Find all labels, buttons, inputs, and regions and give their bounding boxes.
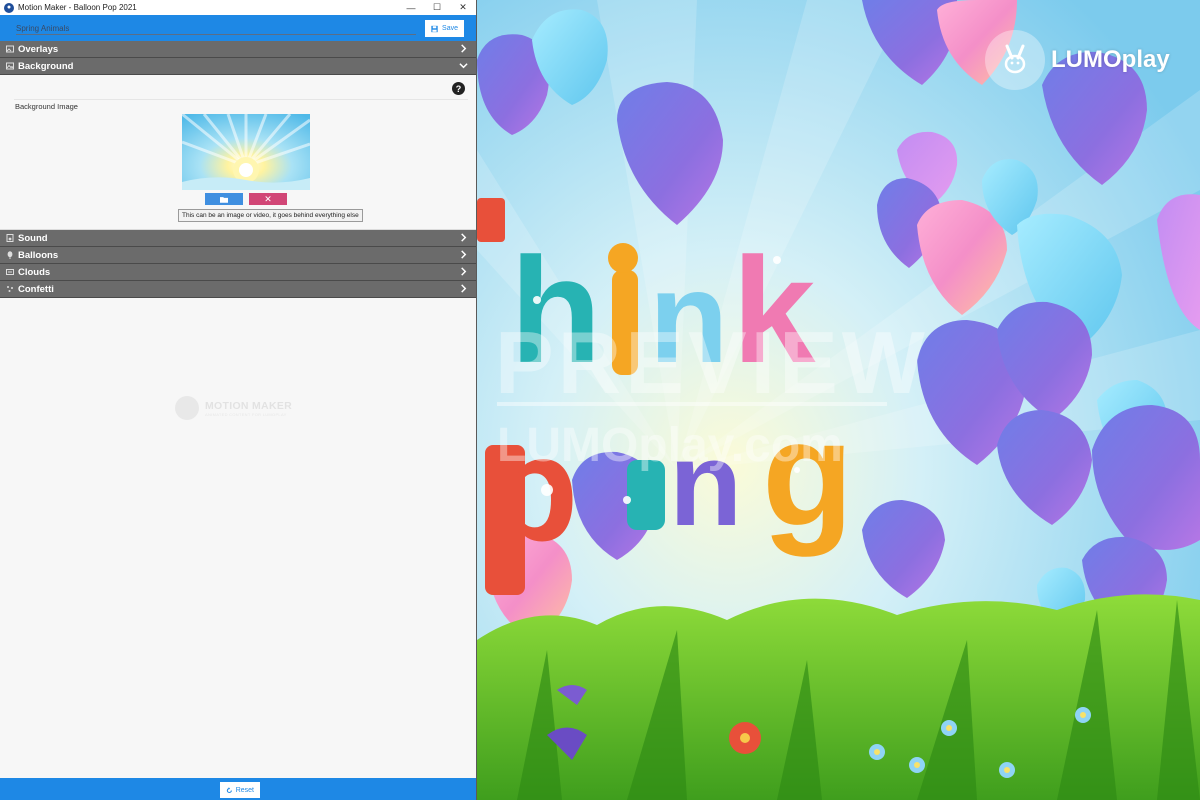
section-background[interactable]: Background	[0, 58, 476, 75]
chevron-right-icon	[461, 284, 467, 293]
watermark-title: MOTION MAKER	[205, 399, 293, 412]
section-clouds[interactable]: Clouds	[0, 264, 476, 281]
chevron-right-icon	[461, 233, 467, 242]
folder-icon	[220, 196, 228, 203]
clouds-label: Clouds	[18, 266, 51, 278]
speaker-icon	[6, 234, 14, 242]
divider	[14, 99, 468, 100]
section-sound[interactable]: Sound	[0, 230, 476, 247]
background-thumbnail	[182, 114, 310, 190]
save-icon	[431, 25, 438, 32]
svg-text:g: g	[762, 389, 854, 557]
background-image-label: Background Image	[15, 102, 78, 111]
preview-watermark: PREVIEW	[495, 313, 929, 412]
toolbar: Save	[0, 15, 476, 41]
help-button[interactable]: ?	[452, 82, 465, 95]
close-icon: ✕	[264, 193, 272, 204]
section-balloons[interactable]: Balloons	[0, 247, 476, 264]
motion-maker-logo-icon	[175, 396, 199, 420]
browse-button[interactable]	[205, 193, 243, 205]
rabbit-icon	[985, 30, 1045, 90]
minimize-button[interactable]: —	[398, 0, 424, 15]
motion-maker-watermark: MOTION MAKER ANIMATED CONTENT FOR LUMOPL…	[175, 396, 292, 420]
motion-maker-window: ● Motion Maker - Balloon Pop 2021 — ☐ ✕ …	[0, 0, 477, 800]
background-panel: ? Background Image ✕ This can be an imag…	[0, 75, 476, 230]
background-label: Background	[18, 60, 74, 72]
maximize-button[interactable]: ☐	[424, 0, 450, 15]
sound-label: Sound	[18, 232, 48, 244]
reset-button[interactable]: Reset	[220, 782, 260, 798]
save-button[interactable]: Save	[425, 20, 464, 37]
chevron-right-icon	[461, 250, 467, 259]
title-bar: ● Motion Maker - Balloon Pop 2021 — ☐ ✕	[0, 0, 476, 15]
clear-button[interactable]: ✕	[249, 193, 287, 205]
footer-bar: Reset	[0, 778, 476, 800]
section-confetti[interactable]: Confetti	[0, 281, 476, 298]
close-button[interactable]: ✕	[450, 0, 476, 15]
app-icon: ●	[4, 2, 14, 13]
balloons-label: Balloons	[18, 249, 59, 261]
chevron-right-icon	[461, 267, 467, 276]
preview-watermark-site: LUMOplay.com	[497, 419, 843, 472]
watermark-subtitle: ANIMATED CONTENT FOR LUMOPLAY	[205, 411, 287, 417]
section-overlays[interactable]: Overlays	[0, 41, 476, 58]
reset-label: Reset	[235, 786, 254, 794]
save-label: Save	[442, 25, 458, 32]
project-name-input[interactable]	[16, 22, 416, 35]
preview-watermark-divider	[497, 402, 887, 406]
tooltip: This can be an image or video, it goes b…	[178, 209, 363, 222]
lumoplay-logo: LUMOplay	[985, 30, 1170, 90]
preview-area: h n k p n g PREVIEW LUMOplay.com LUMOpla…	[477, 0, 1200, 800]
image-icon	[6, 62, 14, 70]
reset-icon	[226, 786, 232, 793]
chevron-right-icon	[461, 44, 467, 53]
lumoplay-logo-text: LUMOplay	[1051, 46, 1170, 73]
overlays-icon	[6, 45, 14, 53]
balloon-icon	[6, 251, 14, 259]
chevron-down-icon	[459, 63, 468, 69]
window-controls: — ☐ ✕	[398, 0, 476, 15]
overlays-label: Overlays	[18, 43, 59, 55]
cloud-icon	[6, 268, 14, 276]
confetti-label: Confetti	[18, 283, 54, 295]
window-title: Motion Maker - Balloon Pop 2021	[18, 3, 137, 12]
confetti-icon	[6, 285, 14, 293]
